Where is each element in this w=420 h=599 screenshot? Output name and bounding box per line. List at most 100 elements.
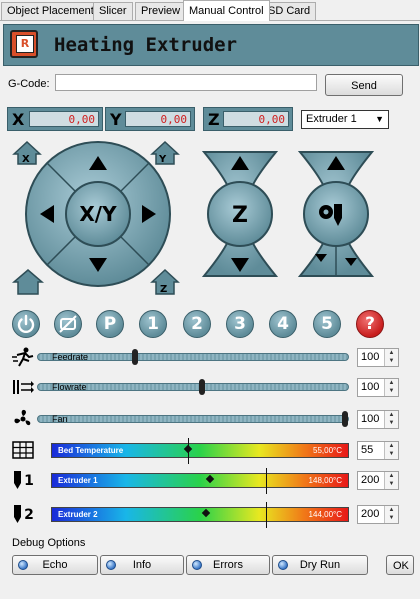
coord-z-label: Z [208, 110, 220, 129]
feedrate-input[interactable]: 100 ▲ ▼ [357, 348, 399, 367]
extruder-1-target-marker[interactable] [266, 468, 267, 494]
power-button[interactable] [12, 310, 40, 338]
flowrate-value: 100 [361, 381, 380, 393]
tab-manual-control[interactable]: Manual Control [183, 0, 270, 21]
feedrate-icon [10, 347, 36, 369]
home-z-label: Z [160, 284, 167, 295]
fan-input[interactable]: 100 ▲ ▼ [357, 410, 399, 429]
ok-button[interactable]: OK [386, 555, 414, 575]
bed-temperature-current: 55,00°C [313, 446, 342, 455]
coord-x: X 0,00 [7, 107, 103, 131]
bed-temperature-bar[interactable]: Bed Temperature 55,00°C [51, 438, 349, 464]
extruder-1-icon: 1 [10, 469, 36, 491]
bed-temperature-target: 55 [361, 444, 374, 456]
spinner-arrows-icon[interactable]: ▲ ▼ [384, 472, 398, 489]
home-all-icon[interactable] [11, 269, 45, 295]
tab-sd-card[interactable]: SD Card [262, 2, 317, 20]
dry-run-toggle[interactable]: Dry Run [272, 555, 368, 575]
gcode-input[interactable] [55, 74, 317, 91]
coord-x-label: X [12, 110, 25, 129]
fan-icon [10, 408, 36, 430]
extruder-1-current-marker [205, 474, 215, 484]
home-y-label: Y [158, 154, 167, 165]
tab-bar: Object Placement Slicer Preview Manual C… [0, 0, 420, 21]
fan-slider[interactable]: Fan [37, 411, 349, 427]
extruder-1-target: 200 [361, 474, 380, 486]
echo-label: Echo [42, 559, 68, 571]
park-button[interactable]: P [96, 310, 124, 338]
extruder-2-icon: 2 [10, 503, 36, 525]
extruder-2-temperature-input[interactable]: 200 ▲ ▼ [357, 505, 399, 524]
extruder-1-temperature-bar[interactable]: Extruder 1 148,00°C [51, 468, 349, 494]
send-button[interactable]: Send [325, 74, 403, 96]
bed-temperature-input[interactable]: 55 ▲ ▼ [357, 441, 399, 460]
motors-off-button[interactable] [54, 310, 82, 338]
flowrate-icon [10, 377, 36, 399]
preset-5-button[interactable]: 5 [313, 310, 341, 338]
dry-run-label: Dry Run [299, 559, 341, 571]
extruder-2-number: 2 [24, 507, 34, 523]
feedrate-label: Feedrate [52, 352, 89, 362]
extruder-1-temperature-input[interactable]: 200 ▲ ▼ [357, 471, 399, 490]
extruder-2-target-marker[interactable] [266, 502, 267, 528]
flowrate-slider[interactable]: Flowrate [37, 379, 349, 395]
coord-y-label: Y [110, 110, 122, 129]
gcode-label: G-Code: [8, 78, 50, 90]
logo-letter: R [16, 35, 34, 53]
info-toggle[interactable]: Info [100, 555, 184, 575]
tab-preview[interactable]: Preview [135, 2, 187, 20]
feedrate-thumb[interactable] [132, 349, 138, 365]
coord-z: Z 0,00 [203, 107, 293, 131]
debug-options-label: Debug Options [12, 537, 86, 549]
errors-toggle[interactable]: Errors [186, 555, 270, 575]
spinner-arrows-icon[interactable]: ▲ ▼ [384, 442, 398, 459]
xy-label: X/Y [79, 202, 117, 226]
info-label: Info [132, 559, 152, 571]
feedrate-slider[interactable]: Feedrate [37, 349, 349, 365]
flowrate-thumb[interactable] [199, 379, 205, 395]
preset-1-button[interactable]: 1 [139, 310, 167, 338]
jog-controls: X Y Z X/Y Z [11, 140, 375, 295]
preset-2-button[interactable]: 2 [183, 310, 211, 338]
chevron-down-icon: ▼ [375, 114, 384, 124]
no-motor-icon [59, 315, 77, 333]
power-icon [17, 314, 35, 334]
coord-y-value: 0,00 [125, 111, 191, 127]
tab-object-placement[interactable]: Object Placement [1, 2, 100, 20]
extruder-2-label: Extruder 2 [58, 510, 98, 519]
coord-y: Y 0,00 [105, 107, 195, 131]
spinner-arrows-icon[interactable]: ▲ ▼ [384, 506, 398, 523]
coord-x-value: 0,00 [29, 111, 99, 127]
fan-thumb[interactable] [342, 411, 348, 427]
coord-z-value: 0,00 [223, 111, 289, 127]
flowrate-label: Flowrate [52, 382, 87, 392]
extruder-select[interactable]: Extruder 1 ▼ [301, 110, 389, 129]
bed-temperature-label: Bed Temperature [58, 446, 124, 455]
spinner-arrows-icon[interactable]: ▲ ▼ [384, 411, 398, 428]
home-x-label: X [22, 154, 30, 165]
extruder-1-current: 148,00°C [308, 476, 342, 485]
spinner-arrows-icon[interactable]: ▲ ▼ [384, 349, 398, 366]
fan-value: 100 [361, 413, 380, 425]
extruder-2-current: 144,00°C [308, 510, 342, 519]
extruder-select-value: Extruder 1 [306, 113, 357, 125]
extruder-2-temperature-bar[interactable]: Extruder 2 144,00°C [51, 502, 349, 528]
page-title: Heating Extruder [54, 34, 238, 56]
preset-3-button[interactable]: 3 [226, 310, 254, 338]
echo-toggle[interactable]: Echo [12, 555, 98, 575]
extruder-1-number: 1 [24, 473, 34, 489]
feedrate-value: 100 [361, 351, 380, 363]
errors-label: Errors [213, 559, 243, 571]
extruder-2-current-marker [201, 508, 211, 518]
extruder-1-label: Extruder 1 [58, 476, 98, 485]
app-logo-icon: R [10, 30, 38, 58]
preset-4-button[interactable]: 4 [269, 310, 297, 338]
extruder-2-target: 200 [361, 508, 380, 520]
bed-target-marker[interactable] [183, 444, 193, 454]
fan-label: Fan [52, 414, 68, 424]
help-button[interactable]: ? [356, 310, 384, 338]
spinner-arrows-icon[interactable]: ▲ ▼ [384, 379, 398, 396]
tab-slicer[interactable]: Slicer [93, 2, 133, 20]
flowrate-input[interactable]: 100 ▲ ▼ [357, 378, 399, 397]
bed-icon [10, 440, 36, 462]
